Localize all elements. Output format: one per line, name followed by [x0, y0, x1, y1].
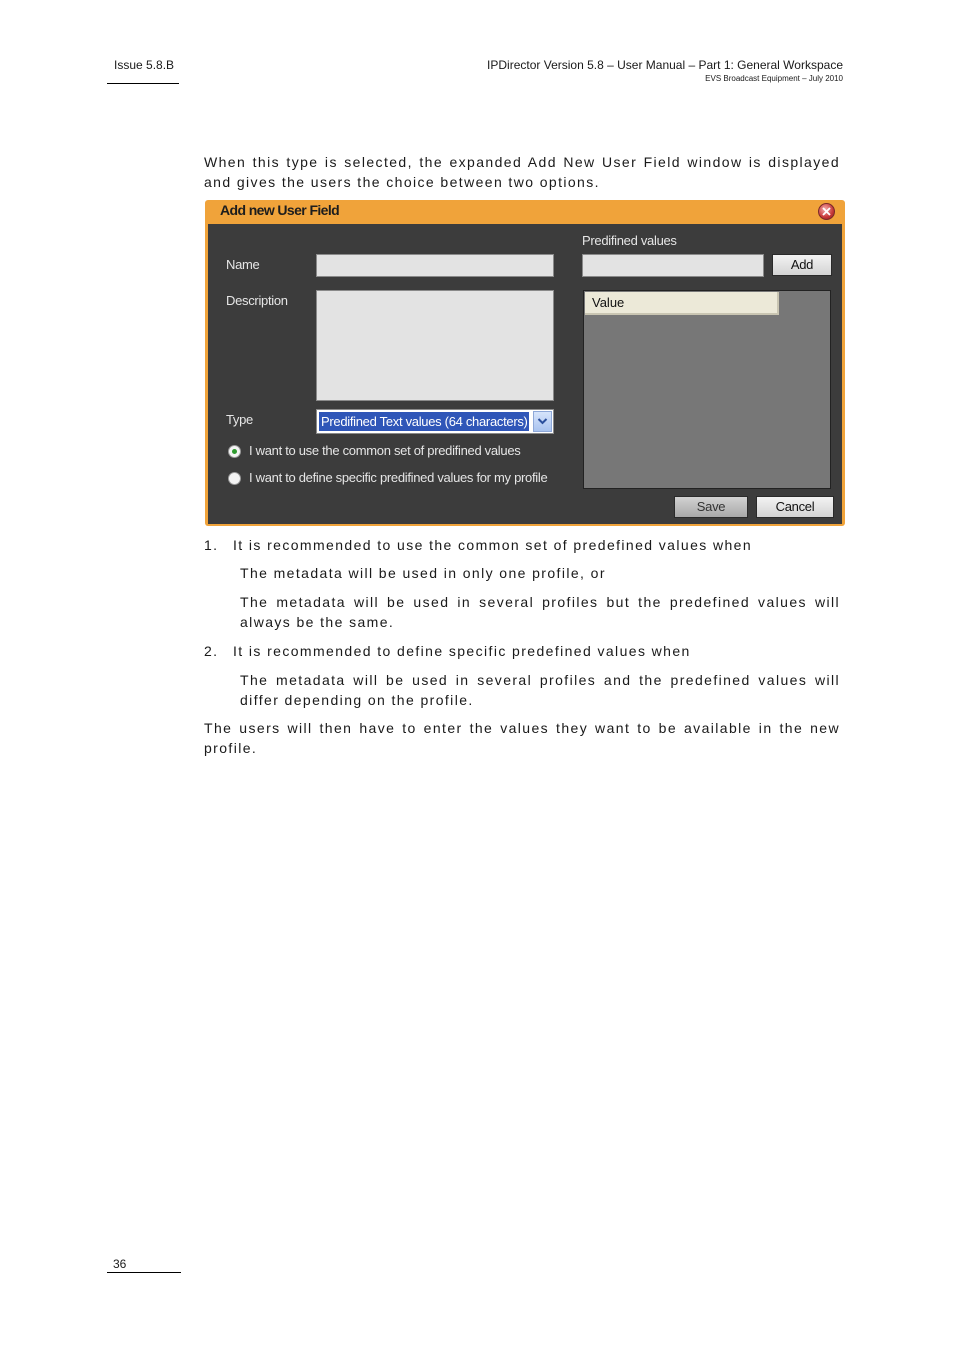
type-select[interactable]: Predifined Text values (64 characters) [316, 409, 554, 434]
predefined-values-grid[interactable]: Value [583, 290, 831, 489]
list-subitem: The metadata will be used in several pro… [240, 672, 840, 708]
radio-common[interactable] [228, 445, 241, 458]
radio-selected-dot [232, 449, 237, 454]
cancel-button[interactable]: Cancel [756, 496, 834, 518]
type-selected-value: Predifined Text values (64 characters) [319, 412, 529, 431]
radio-specific[interactable] [228, 472, 241, 485]
list-item-2: 2. It is recommended to define specific p… [204, 641, 840, 661]
header-subtitle: EVS Broadcast Equipment – July 2010 [705, 74, 843, 83]
close-icon[interactable] [818, 203, 835, 220]
list-item-text: It is recommended to define specific pre… [233, 643, 691, 659]
list-number: 2. [204, 643, 219, 659]
radio-common-label: I want to use the common set of predifin… [249, 443, 521, 458]
chevron-down-icon[interactable] [533, 411, 552, 432]
header-title: IPDirector Version 5.8 – User Manual – P… [487, 58, 843, 72]
predefined-values-label: Predifined values [582, 233, 677, 248]
type-label: Type [226, 412, 253, 427]
list-number: 1. [204, 537, 219, 553]
page-number: 36 [113, 1257, 127, 1271]
footer-rule [107, 1272, 181, 1273]
dialog-body: Name Description Type Predifined Text va… [208, 224, 842, 524]
add-user-field-dialog: Add new User Field Name Description Type… [205, 200, 845, 526]
header-issue: Issue 5.8.B [114, 58, 175, 72]
header-left-rule [107, 83, 179, 84]
description-label: Description [226, 293, 288, 308]
name-field[interactable] [316, 254, 554, 277]
list-subitem: The metadata will be used in several pro… [240, 594, 840, 630]
list-subitem: The metadata will be used in only one pr… [240, 565, 606, 581]
grid-column-header-value[interactable]: Value [585, 292, 779, 315]
save-button[interactable]: Save [674, 496, 748, 518]
name-label: Name [226, 257, 260, 272]
intro-paragraph: When this type is selected, the expanded… [204, 154, 840, 190]
list-item-text: It is recommended to use the common set … [233, 537, 753, 553]
predefined-value-input[interactable] [582, 254, 764, 277]
dialog-title: Add new User Field [220, 202, 340, 218]
list-item-1: 1. It is recommended to use the common se… [204, 535, 840, 555]
add-button[interactable]: Add [772, 254, 832, 276]
radio-specific-label: I want to define specific predifined val… [249, 470, 548, 485]
description-field[interactable] [316, 290, 554, 401]
closing-paragraph: The users will then have to enter the va… [204, 720, 840, 756]
